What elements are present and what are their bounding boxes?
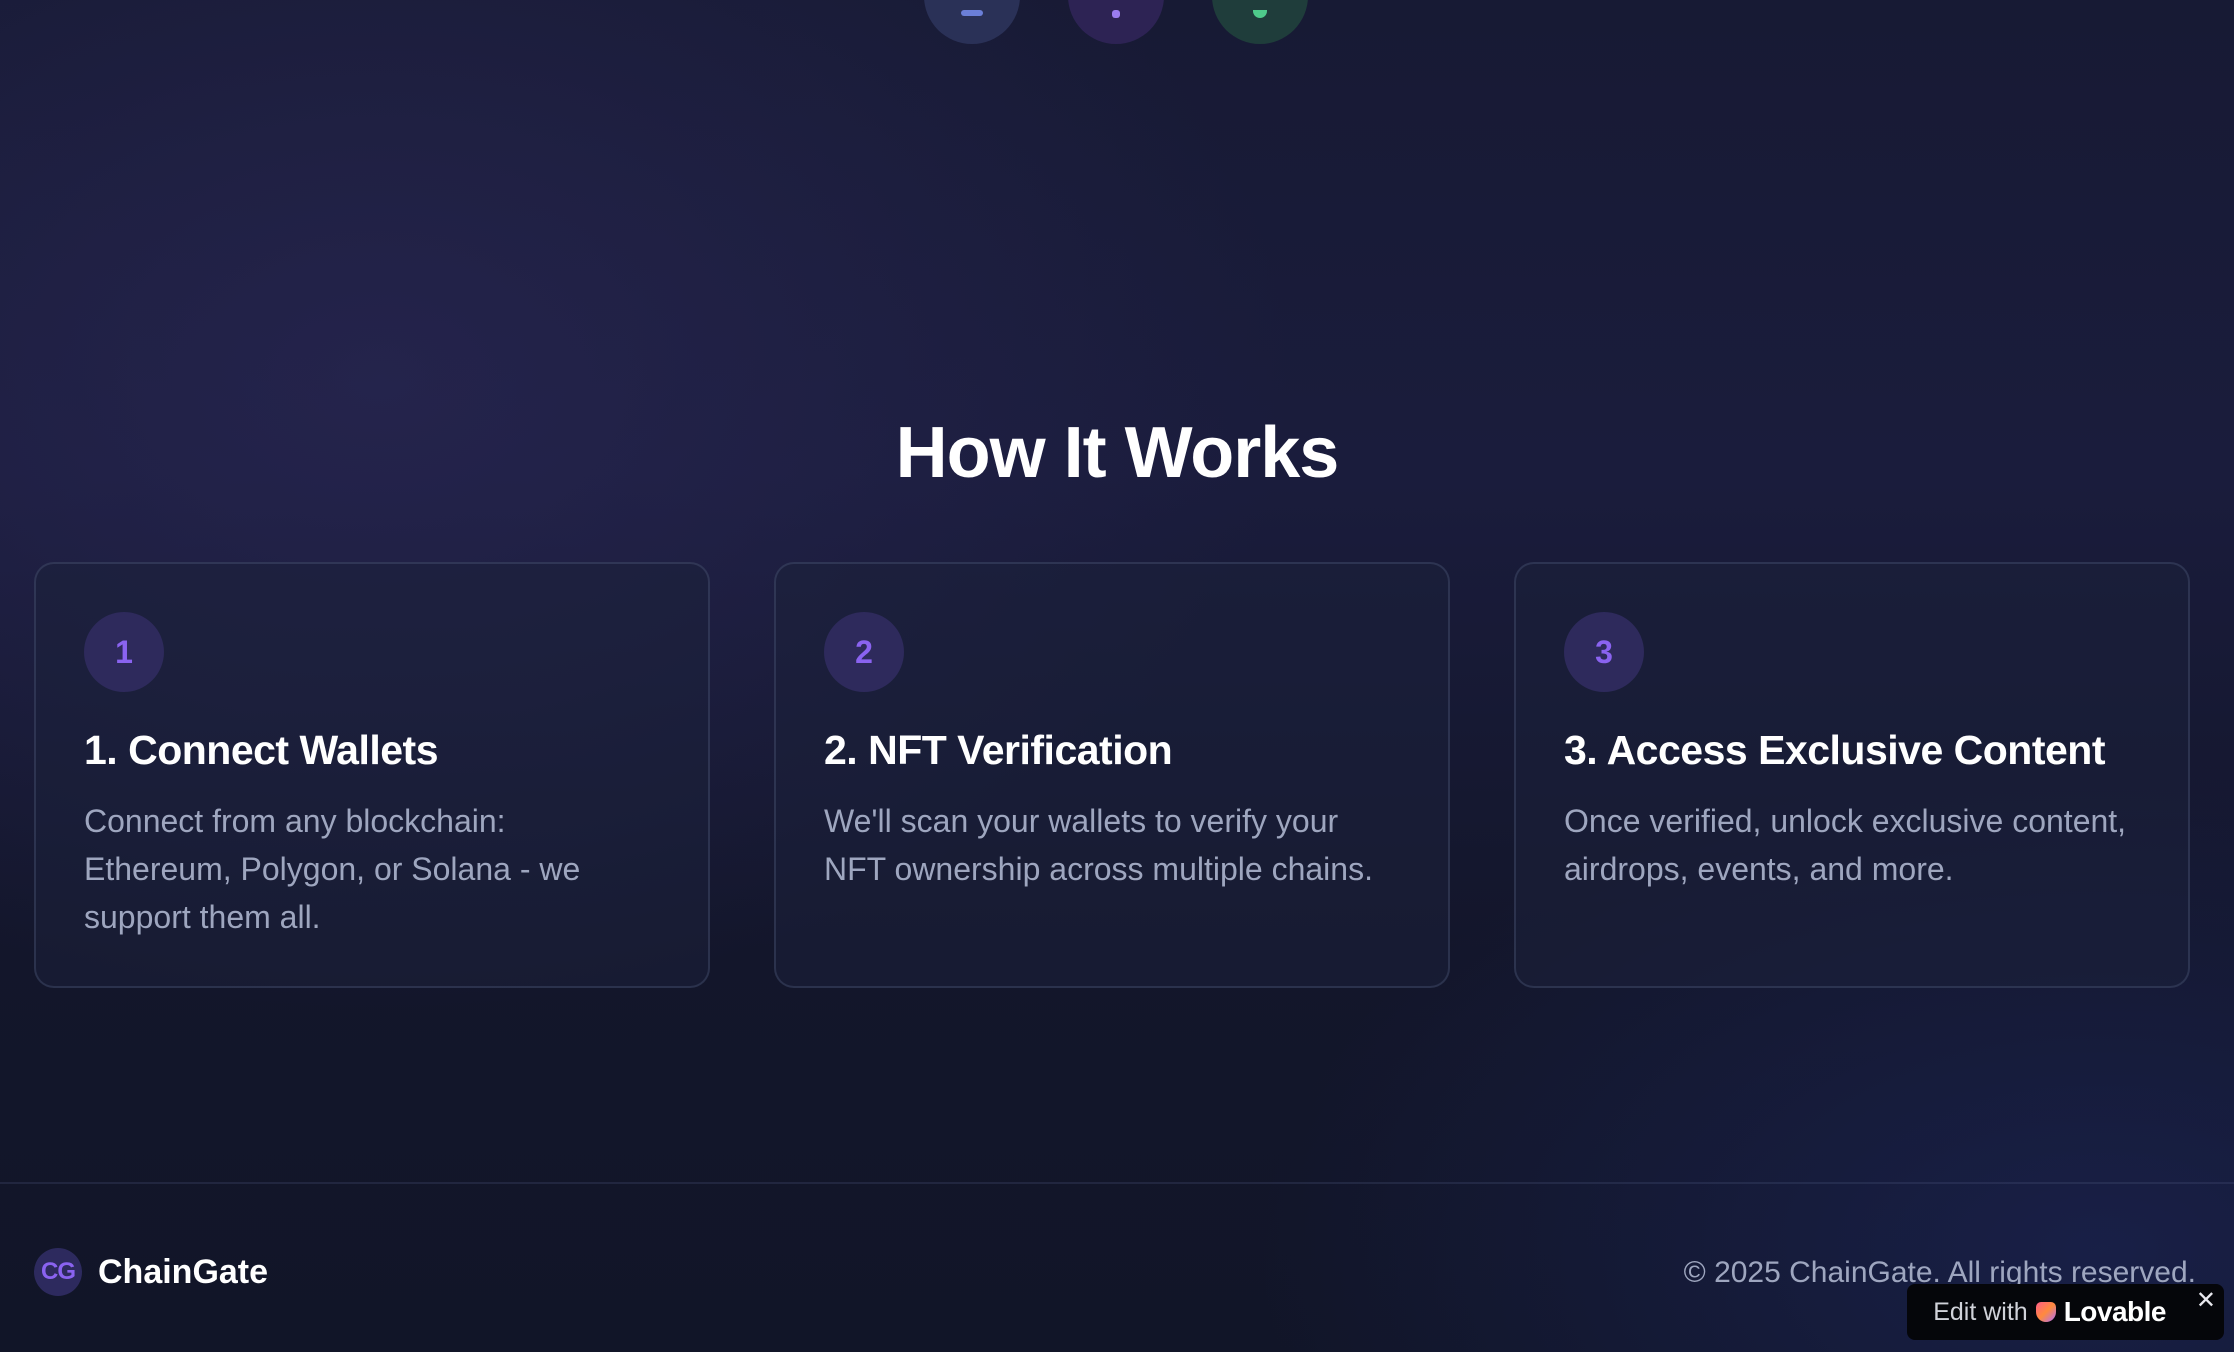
how-it-works-title: How It Works (895, 413, 1340, 493)
ethereum-icon (924, 0, 1020, 44)
step-description: We'll scan your wallets to verify your N… (824, 803, 1373, 888)
lovable-brand-label: Lovable (2063, 1296, 2167, 1327)
edit-with-lovable-button[interactable]: Edit with Lovable ✕ (1907, 1284, 2224, 1340)
steps-cards: 1 1. Connect Wallets Connect from any bl… (34, 562, 2190, 988)
brand-name: ChainGate (98, 1252, 269, 1291)
step-number-badge: 1 (84, 612, 164, 692)
polygon-icon (1068, 0, 1164, 44)
step-description: Connect from any blockchain: Ethereum, P… (84, 803, 581, 936)
step-card-connect-wallets: 1 1. Connect Wallets Connect from any bl… (34, 562, 710, 988)
step-number-badge: 3 (1564, 612, 1644, 692)
step-title: 2. NFT Verification (824, 727, 1173, 773)
chaingate-logo: CG (34, 1248, 82, 1296)
edit-with-label: Edit with (1933, 1297, 2028, 1326)
step-number-badge: 2 (824, 612, 904, 692)
lovable-heart-icon (2035, 1302, 2056, 1322)
step-title: 3. Access Exclusive Content (1564, 727, 2106, 773)
step-card-access-content: 3 3. Access Exclusive Content Once verif… (1514, 562, 2190, 988)
step-card-nft-verification: 2 2. NFT Verification We'll scan your wa… (774, 562, 1450, 988)
footer-brand[interactable]: CG ChainGate (34, 1248, 268, 1296)
step-description: Once verified, unlock exclusive content,… (1564, 803, 2127, 888)
step-title: 1. Connect Wallets (84, 727, 439, 773)
solana-icon (1212, 0, 1308, 44)
chain-icons-row (924, 0, 1308, 44)
close-icon[interactable]: ✕ (2196, 1286, 2216, 1315)
site-footer: CG ChainGate © 2025 ChainGate. All right… (0, 1182, 2234, 1352)
